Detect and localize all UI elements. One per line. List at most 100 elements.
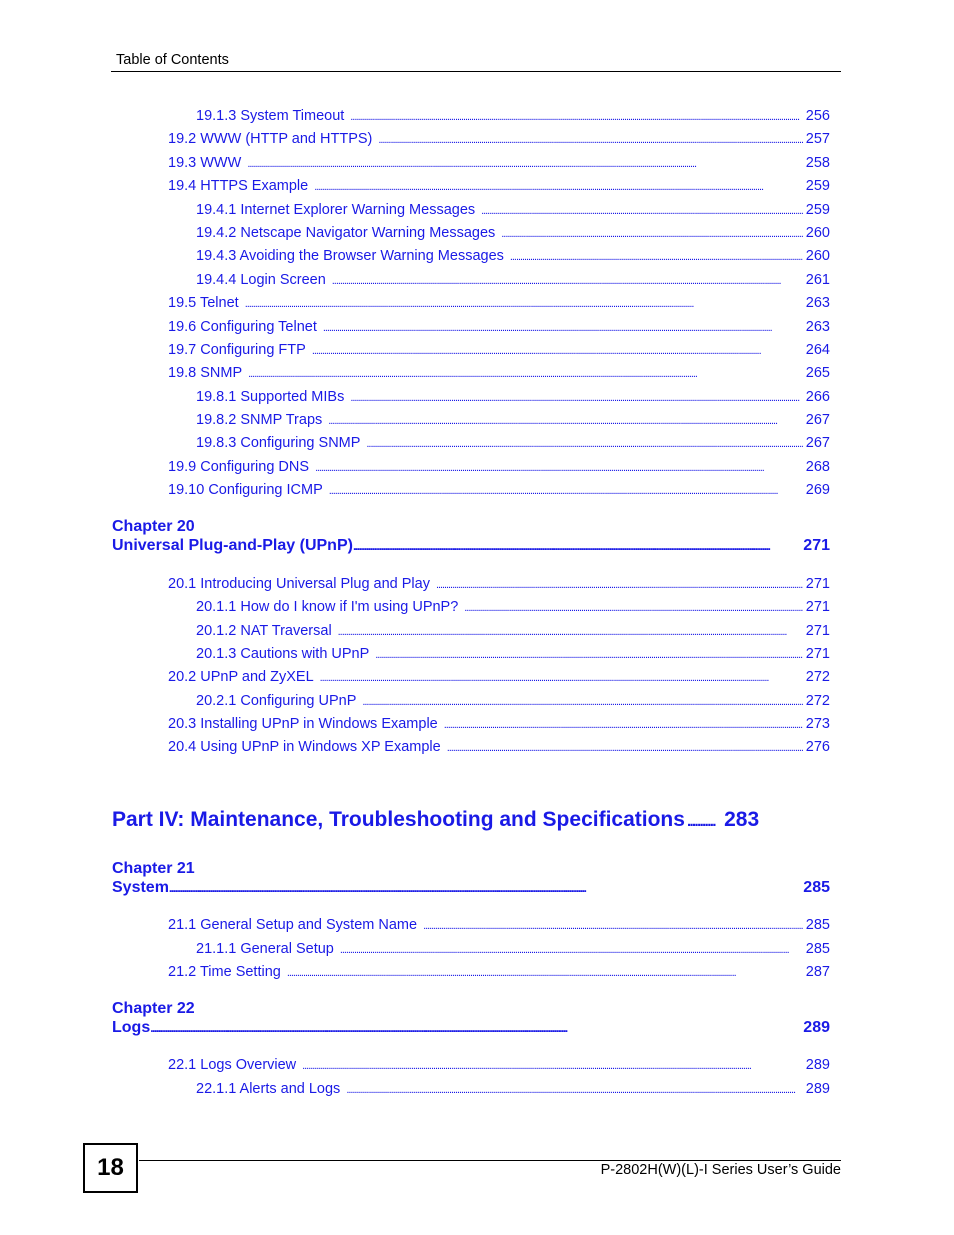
leader-dots — [312, 342, 803, 358]
toc-entry[interactable]: 19.7 Configuring FTP 264 — [168, 342, 830, 358]
toc-entry[interactable]: 20.4 Using UPnP in Windows XP Example 276 — [168, 739, 830, 755]
toc-entry-page: 256 — [805, 108, 830, 124]
chapter-label: Chapter 22 — [112, 1000, 195, 1017]
toc-entry[interactable]: 22.1 Logs Overview 289 — [168, 1057, 830, 1073]
toc-entry-page: 285 — [805, 941, 830, 957]
chapter-page: 271 — [803, 537, 830, 554]
toc-entry-page: 258 — [805, 155, 830, 171]
toc-entry-page: 271 — [805, 646, 830, 662]
chapter-label: Chapter 20 — [112, 518, 195, 535]
toc-entry[interactable]: 19.8.1 Supported MIBs 266 — [196, 389, 830, 405]
toc-entry-page: 271 — [805, 599, 830, 615]
toc-entry-label: 19.4.1 Internet Explorer Warning Message… — [196, 202, 476, 218]
leader-dots — [328, 412, 803, 428]
toc-entry[interactable]: 20.1.1 How do I know if I'm using UPnP? 2… — [196, 599, 830, 615]
toc-entry[interactable]: 19.9 Configuring DNS 268 — [168, 459, 830, 475]
toc-entry[interactable]: 20.1.2 NAT Traversal 271 — [196, 623, 830, 639]
chapter-label: Chapter 21 — [112, 860, 195, 877]
chapter-title: System — [112, 879, 169, 896]
chapter-title: Logs — [112, 1019, 151, 1036]
toc-entry-label: 22.1.1 Alerts and Logs — [196, 1081, 341, 1097]
chapter-title: Universal Plug-and-Play (UPnP) — [112, 537, 353, 554]
leader-dots — [464, 599, 803, 615]
toc-entry-label: 19.4.2 Netscape Navigator Warning Messag… — [196, 225, 496, 241]
leader-dots — [329, 482, 803, 498]
leader-dots — [346, 1081, 802, 1097]
toc-entry-page: 267 — [805, 435, 830, 451]
toc-entry-page: 266 — [805, 389, 830, 405]
leader-dots — [338, 623, 803, 639]
toc-entry[interactable]: 19.4.2 Netscape Navigator Warning Messag… — [196, 225, 830, 241]
toc-entry-label: 19.8.1 Supported MIBs — [196, 389, 345, 405]
toc-entry-label: 19.2 WWW (HTTP and HTTPS) — [168, 131, 373, 147]
toc-entry[interactable]: 19.8.2 SNMP Traps 267 — [196, 412, 830, 428]
toc-entry-page: 259 — [805, 202, 830, 218]
part-title-entry[interactable]: Part IV: Maintenance, Troubleshooting an… — [112, 808, 830, 832]
toc-entry-label: 21.2 Time Setting — [168, 964, 281, 980]
toc-entry-page: 260 — [805, 225, 830, 241]
toc-entry-label: 19.7 Configuring FTP — [168, 342, 306, 358]
leader-dots — [501, 225, 803, 241]
toc-entry[interactable]: 22.1.1 Alerts and Logs 289 — [196, 1081, 830, 1097]
page-number: 18 — [83, 1143, 138, 1193]
leader-dots — [447, 739, 803, 755]
leader-dots — [350, 108, 803, 124]
toc-entry[interactable]: 19.8.3 Configuring SNMP 267 — [196, 435, 830, 451]
toc-entry[interactable]: 19.1.3 System Timeout 256 — [196, 108, 830, 124]
toc-entry-label: 20.2 UPnP and ZyXEL — [168, 669, 314, 685]
toc-entry-page: 261 — [805, 272, 830, 288]
toc-entry-label: 19.10 Configuring ICMP — [168, 482, 323, 498]
leader-dots — [302, 1057, 803, 1073]
toc-entry[interactable]: 19.3 WWW 258 — [168, 155, 830, 171]
toc-entry[interactable]: 20.3 Installing UPnP in Windows Example 2… — [168, 716, 830, 732]
toc-entry[interactable]: 19.4 HTTPS Example 259 — [168, 178, 830, 194]
toc-entry[interactable]: 20.2 UPnP and ZyXEL 272 — [168, 669, 830, 685]
leader-dots — [687, 808, 716, 832]
toc-entry-page: 271 — [805, 623, 830, 639]
leader-dots — [350, 389, 802, 405]
toc-entry-page: 273 — [805, 716, 830, 732]
toc-entry[interactable]: 19.4.1 Internet Explorer Warning Message… — [196, 202, 830, 218]
toc-entry[interactable]: 19.5 Telnet 263 — [168, 295, 830, 311]
toc-entry[interactable]: 20.1 Introducing Universal Plug and Play… — [168, 576, 830, 592]
leader-dots — [287, 964, 803, 980]
toc-entry-label: 20.3 Installing UPnP in Windows Example — [168, 716, 438, 732]
toc-entry[interactable]: 19.6 Configuring Telnet 263 — [168, 319, 830, 335]
chapter-title-entry[interactable]: Logs 289 — [112, 1019, 830, 1037]
toc-entry-page: 257 — [805, 131, 830, 147]
toc-entry-page: 265 — [805, 365, 830, 381]
toc-entry-page: 267 — [805, 412, 830, 428]
leader-dots — [248, 365, 803, 381]
toc-entry[interactable]: 19.10 Configuring ICMP 269 — [168, 482, 830, 498]
toc-entry-label: 19.8 SNMP — [168, 365, 243, 381]
leader-dots — [314, 178, 803, 194]
toc-entry-label: 19.4.4 Login Screen — [196, 272, 326, 288]
toc-entry[interactable]: 19.2 WWW (HTTP and HTTPS) 257 — [168, 131, 830, 147]
toc-entry-page: 271 — [805, 576, 830, 592]
toc-entry-page: 287 — [805, 964, 830, 980]
toc-entry-page: 263 — [805, 295, 830, 311]
toc-entry[interactable]: 20.2.1 Configuring UPnP 272 — [196, 693, 830, 709]
toc-entry-page: 268 — [805, 459, 830, 475]
toc-entry-page: 260 — [805, 248, 830, 264]
toc-entry[interactable]: 20.1.3 Cautions with UPnP 271 — [196, 646, 830, 662]
chapter-title-entry[interactable]: System 285 — [112, 879, 830, 897]
toc-entry-label: 20.4 Using UPnP in Windows XP Example — [168, 739, 441, 755]
toc-entry-page: 272 — [805, 693, 830, 709]
toc-entry-label: 21.1 General Setup and System Name — [168, 917, 418, 933]
leader-dots — [245, 295, 803, 311]
toc-entry-page: 285 — [805, 917, 830, 933]
toc-entry[interactable]: 19.4.3 Avoiding the Browser Warning Mess… — [196, 248, 830, 264]
toc-entry[interactable]: 19.8 SNMP 265 — [168, 365, 830, 381]
toc-entry[interactable]: 21.1 General Setup and System Name 285 — [168, 917, 830, 933]
chapter-title-entry[interactable]: Universal Plug-and-Play (UPnP) 271 — [112, 537, 830, 555]
toc-entry-label: 19.9 Configuring DNS — [168, 459, 310, 475]
toc-entry[interactable]: 21.1.1 General Setup 285 — [196, 941, 830, 957]
part-title: Part IV: Maintenance, Troubleshooting an… — [112, 808, 685, 831]
footer-rule — [139, 1160, 841, 1161]
toc-entry-label: 20.2.1 Configuring UPnP — [196, 693, 357, 709]
toc-entry-page: 272 — [805, 669, 830, 685]
toc-entry[interactable]: 21.2 Time Setting 287 — [168, 964, 830, 980]
leader-dots — [169, 879, 803, 897]
toc-entry[interactable]: 19.4.4 Login Screen 261 — [196, 272, 830, 288]
